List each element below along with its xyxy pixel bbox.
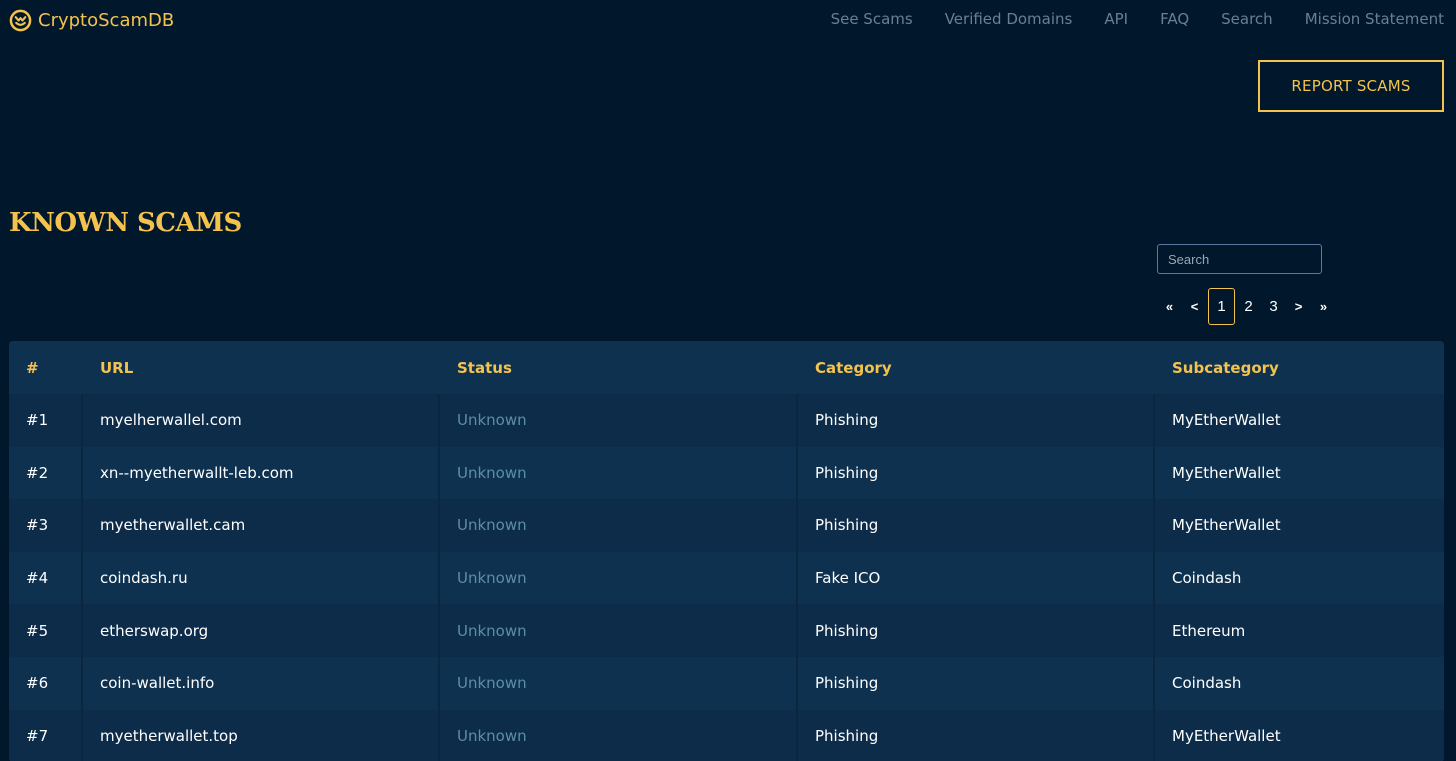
pager-page-2[interactable]: 2 xyxy=(1236,288,1261,325)
nav-faq[interactable]: FAQ xyxy=(1160,10,1189,28)
scams-table: # URL Status Category Subcategory #1 mye… xyxy=(9,341,1444,761)
cell-url[interactable]: etherswap.org xyxy=(83,604,440,657)
page: CryptoScamDB See Scams Verified Domains … xyxy=(0,0,1456,761)
cell-subcategory: Coindash xyxy=(1172,674,1242,693)
cell-category: Phishing xyxy=(798,446,1155,500)
cell-subcategory: MyEtherWallet xyxy=(1172,411,1281,430)
cell-category: Phishing xyxy=(798,709,1155,761)
cell-index: #3 xyxy=(9,499,83,552)
pager-first-button[interactable]: « xyxy=(1157,288,1182,325)
smiley-coin-icon xyxy=(9,9,32,31)
search-input[interactable] xyxy=(1157,244,1322,274)
table-header-row: # URL Status Category Subcategory xyxy=(9,341,1444,394)
cell-url[interactable]: myetherwallet.top xyxy=(83,709,440,761)
pager-last-button[interactable]: » xyxy=(1311,288,1336,325)
cell-category: Fake ICO xyxy=(798,551,1155,605)
cell-category: Phishing xyxy=(798,499,1155,552)
cell-url[interactable]: coindash.ru xyxy=(83,551,440,605)
cell-status: Unknown xyxy=(440,499,798,552)
table-row[interactable]: #2 xn--myetherwallt-leb.com Unknown Phis… xyxy=(9,446,1444,500)
table-row[interactable]: #1 myelherwallel.com Unknown Phishing My… xyxy=(9,394,1444,447)
nav-api[interactable]: API xyxy=(1104,10,1128,28)
brand-name: CryptoScamDB xyxy=(38,9,175,31)
nav-verified-domains[interactable]: Verified Domains xyxy=(945,10,1073,28)
column-header-subcategory[interactable]: Subcategory xyxy=(1155,341,1444,394)
table-row[interactable]: #4 coindash.ru Unknown Fake ICO Coindash xyxy=(9,551,1444,605)
pager-next-button[interactable]: > xyxy=(1286,288,1311,325)
report-scams-button[interactable]: REPORT SCAMS xyxy=(1258,60,1444,112)
top-nav: See Scams Verified Domains API FAQ Searc… xyxy=(831,10,1444,28)
cell-category: Phishing xyxy=(798,604,1155,657)
cell-subcategory: Ethereum xyxy=(1172,621,1246,640)
cell-index: #1 xyxy=(9,394,83,447)
table-row[interactable]: #5 etherswap.org Unknown Phishing Ethere… xyxy=(9,604,1444,657)
cell-status: Unknown xyxy=(440,604,798,657)
pagination: « < 1 2 3 > » xyxy=(1157,288,1336,325)
cell-status: Unknown xyxy=(440,446,798,500)
cell-status: Unknown xyxy=(440,656,798,710)
cell-index: #5 xyxy=(9,604,83,657)
column-header-category[interactable]: Category xyxy=(798,341,1155,394)
nav-mission-statement[interactable]: Mission Statement xyxy=(1305,10,1444,28)
cell-index: #2 xyxy=(9,446,83,500)
table-row[interactable]: #7 myetherwallet.top Unknown Phishing My… xyxy=(9,709,1444,761)
cell-subcategory: MyEtherWallet xyxy=(1172,726,1281,745)
cell-subcategory: Coindash xyxy=(1172,569,1242,588)
nav-see-scams[interactable]: See Scams xyxy=(831,10,913,28)
brand-logo[interactable]: CryptoScamDB xyxy=(9,8,174,32)
pager-page-3[interactable]: 3 xyxy=(1261,288,1286,325)
cell-category: Phishing xyxy=(798,394,1155,447)
cell-status: Unknown xyxy=(440,709,798,761)
nav-search[interactable]: Search xyxy=(1221,10,1273,28)
cell-subcategory: MyEtherWallet xyxy=(1172,516,1281,535)
cell-url[interactable]: xn--myetherwallt-leb.com xyxy=(83,446,440,500)
cell-status: Unknown xyxy=(440,394,798,447)
column-header-status[interactable]: Status xyxy=(440,341,798,394)
cell-index: #4 xyxy=(9,551,83,605)
cell-index: #7 xyxy=(9,709,83,761)
pager-prev-button[interactable]: < xyxy=(1182,288,1207,325)
column-header-url[interactable]: URL xyxy=(83,341,440,394)
cell-url[interactable]: myetherwallet.cam xyxy=(83,499,440,552)
pager-page-1[interactable]: 1 xyxy=(1208,288,1235,325)
cell-index: #6 xyxy=(9,656,83,710)
cell-url[interactable]: myelherwallel.com xyxy=(83,394,440,447)
column-header-index[interactable]: # xyxy=(9,341,83,394)
cell-status: Unknown xyxy=(440,551,798,605)
table-row[interactable]: #3 myetherwallet.cam Unknown Phishing My… xyxy=(9,499,1444,552)
cell-category: Phishing xyxy=(798,656,1155,710)
table-row[interactable]: #6 coin-wallet.info Unknown Phishing Coi… xyxy=(9,656,1444,710)
cell-subcategory: MyEtherWallet xyxy=(1172,463,1281,482)
cell-url[interactable]: coin-wallet.info xyxy=(83,656,440,710)
page-title: KNOWN SCAMS xyxy=(9,208,242,238)
